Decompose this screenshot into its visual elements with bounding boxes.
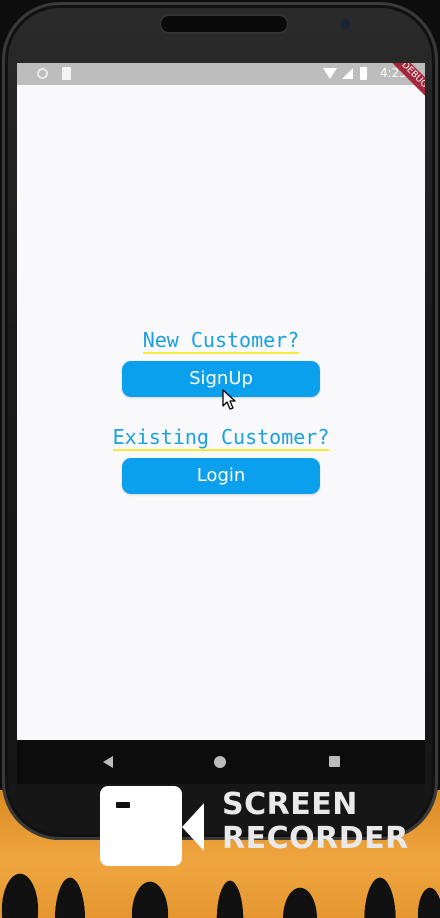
- signup-button[interactable]: SignUp: [122, 361, 320, 397]
- video-camera-lens-icon: [182, 803, 204, 851]
- screen-recorder-watermark: SCREEN RECORDER: [222, 788, 409, 856]
- earpiece-speaker: [159, 14, 289, 34]
- new-customer-heading-text: New Customer?: [142, 328, 300, 354]
- video-camera-icon-detail: [116, 802, 130, 808]
- home-icon[interactable]: [214, 756, 226, 768]
- video-camera-icon: [100, 786, 182, 866]
- back-icon[interactable]: [103, 756, 113, 768]
- mouse-pointer-icon: [222, 389, 236, 410]
- front-camera: [340, 19, 350, 29]
- existing-customer-heading: Existing Customer?: [17, 425, 425, 451]
- watermark-line-1: SCREEN: [222, 787, 358, 822]
- login-button[interactable]: Login: [122, 458, 320, 494]
- app-screen: 4:25 DEBUG New Customer? SignUp Existing…: [17, 63, 425, 740]
- existing-customer-heading-text: Existing Customer?: [112, 425, 330, 451]
- navigation-bar: [17, 740, 425, 784]
- new-customer-heading: New Customer?: [17, 328, 425, 354]
- recents-icon[interactable]: [329, 756, 340, 767]
- watermark-line-2: RECORDER: [222, 821, 409, 856]
- main-content: New Customer? SignUp Existing Customer? …: [17, 63, 425, 740]
